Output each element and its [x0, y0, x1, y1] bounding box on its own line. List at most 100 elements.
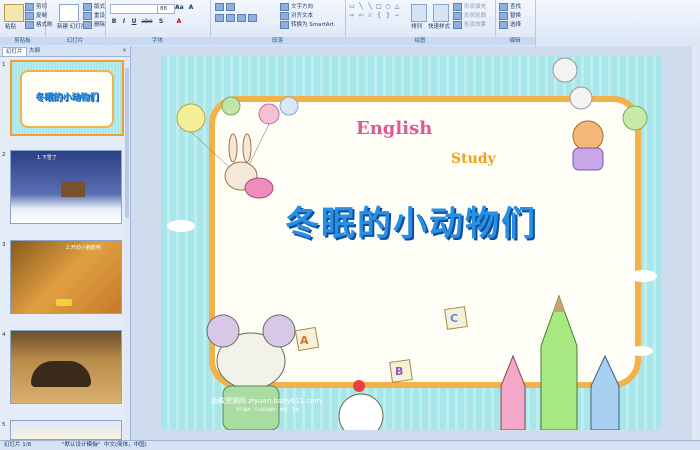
rect-shape-icon[interactable]: ▭ — [348, 3, 356, 10]
thumbnail-scrollbar[interactable] — [124, 58, 130, 438]
shape-outline-button[interactable]: 形状轮廓 — [453, 11, 486, 20]
font-group: 88 Aa A B I U abe S A 字体 — [105, 0, 211, 46]
balloon-white-right-2 — [569, 86, 593, 110]
letter-a: A — [300, 334, 309, 347]
current-slide[interactable]: English Study 冬眠的小动物们 A B C 幼教资源网 ziyuan… — [161, 56, 661, 430]
select-button[interactable]: 选择 — [499, 20, 521, 29]
ribbon: 粘贴 剪切 复制 格式刷 剪贴板 新建 幻灯片 版式 重设 删除 幻灯片 88 … — [0, 0, 700, 47]
pencil-green-tip — [553, 296, 565, 312]
arrange-icon[interactable] — [411, 4, 427, 22]
cursor-icon — [499, 20, 508, 29]
thumbnail-number-5: 5 — [2, 422, 6, 428]
star-shape-icon[interactable]: ☆ — [366, 12, 374, 19]
arrow-left-shape-icon[interactable]: ⇦ — [357, 12, 365, 19]
shape-effects-button[interactable]: 形状效果 — [453, 20, 486, 29]
thumbnail-slide-1[interactable]: 冬眠的小动物们 — [10, 60, 124, 136]
shadow-button[interactable]: S — [157, 18, 165, 26]
curve-shape-icon[interactable]: ∽ — [393, 12, 401, 19]
cut-button[interactable]: 剪切 — [25, 2, 47, 11]
find-button[interactable]: 查找 — [499, 2, 521, 11]
clipboard-group: 粘贴 剪切 复制 格式刷 剪贴板 — [0, 0, 53, 46]
rooster-comb — [353, 380, 365, 392]
quick-styles-button[interactable]: 快速样式 — [428, 22, 450, 30]
text-direction-button[interactable]: 文字方向 — [280, 2, 313, 11]
shape-fill-button[interactable]: 形状填充 — [453, 2, 486, 11]
letter-c: C — [450, 312, 459, 325]
editing-group-label: 编辑 — [495, 37, 535, 45]
replace-button[interactable]: 替换 — [499, 11, 521, 20]
smartart-button[interactable]: 转换为 SmartArt — [280, 20, 334, 29]
rect-shape-icon-2[interactable]: □ — [375, 3, 383, 10]
thumbnail-number-2: 2 — [2, 152, 6, 158]
thumbnail-slide-5[interactable] — [10, 420, 122, 440]
editing-group: 查找 替换 选择 编辑 — [495, 0, 536, 46]
paste-button[interactable]: 粘贴 — [5, 22, 16, 30]
copy-icon — [25, 11, 34, 20]
delete-label: 删除 — [94, 22, 106, 28]
paragraph-group: 文字方向 对齐文本 转换为 SmartArt 段落 — [210, 0, 346, 46]
quick-styles-icon[interactable] — [433, 4, 449, 22]
shape-effects-label: 形状效果 — [464, 22, 487, 28]
fill-icon — [453, 2, 462, 11]
replace-label: 替换 — [510, 13, 522, 19]
font-size-box[interactable]: 88 — [157, 4, 175, 14]
slide-title[interactable]: 冬眠的小动物们 — [161, 196, 661, 245]
font-name-box[interactable] — [110, 4, 158, 14]
grow-font-button[interactable]: Aa — [175, 4, 184, 12]
copy-button[interactable]: 复制 — [25, 11, 47, 20]
shrink-font-button[interactable]: A — [187, 4, 195, 12]
layout-button[interactable]: 版式 — [83, 2, 105, 11]
effects-icon — [453, 20, 462, 29]
justify-icon — [248, 14, 257, 22]
strikethrough-button[interactable]: abe — [140, 18, 154, 26]
align-buttons[interactable] — [215, 14, 259, 22]
delete-button[interactable]: 删除 — [83, 20, 105, 29]
brace-shape-icon[interactable]: { — [375, 12, 383, 19]
cat-head — [572, 120, 604, 152]
english-text: English — [356, 118, 433, 139]
align-text-button[interactable]: 对齐文本 — [280, 11, 313, 20]
reset-button[interactable]: 重设 — [83, 11, 105, 20]
thumbnail-slide-2[interactable]: 1.下雪了 — [10, 150, 122, 224]
replace-icon — [499, 11, 508, 20]
numbering-icon — [226, 3, 235, 11]
slide-scrollbar[interactable] — [692, 46, 700, 440]
align-center-icon — [226, 14, 235, 22]
tab-outline[interactable]: 大纲 — [26, 47, 43, 55]
paste-icon[interactable] — [4, 4, 24, 22]
thumbnail-2-caption: 1.下雪了 — [37, 155, 57, 161]
pencil-green — [540, 294, 578, 430]
italic-button[interactable]: I — [120, 18, 128, 26]
select-label: 选择 — [510, 22, 522, 28]
arrow-shape-icon[interactable]: ⇨ — [348, 12, 356, 19]
new-slide-icon[interactable] — [59, 4, 79, 22]
drawing-group: ▭ ╲ ╲ □ ○ △ ⇨ ⇦ ☆ { } ∽ 排列 快速样式 形状填充 形状轮… — [345, 0, 496, 46]
balloon-yellow-left — [176, 103, 206, 133]
thumbnail-title: 冬眠的小动物们 — [35, 93, 99, 103]
balloon-white-left — [279, 96, 299, 116]
thumbnail-slide-4[interactable] — [10, 330, 122, 404]
triangle-shape-icon[interactable]: △ — [393, 3, 401, 10]
font-color-button[interactable]: A — [175, 18, 183, 26]
panel-tabs: 幻灯片 大纲 × — [0, 46, 130, 57]
text-direction-label: 文字方向 — [291, 4, 314, 10]
thumbnail-slide-3[interactable]: 2.开动小脑筋吧 — [10, 240, 122, 314]
thumbnail-scrollbar-thumb[interactable] — [125, 68, 129, 218]
rabbit-ear — [228, 133, 238, 163]
layout-icon — [83, 2, 92, 11]
oval-shape-icon[interactable]: ○ — [384, 3, 392, 10]
tab-slides[interactable]: 幻灯片 — [2, 47, 27, 56]
arrange-button[interactable]: 排列 — [411, 22, 422, 30]
study-text: Study — [451, 151, 496, 167]
bold-button[interactable]: B — [110, 18, 118, 26]
line-shape-icon-2[interactable]: ╲ — [366, 3, 374, 10]
brace-right-shape-icon[interactable]: } — [384, 12, 392, 19]
watermark-text: 幼教资源网 ziyuan.baby611.com — [211, 397, 322, 405]
smartart-label: 转换为 SmartArt — [291, 22, 335, 28]
close-panel-icon[interactable]: × — [122, 47, 127, 54]
line-shape-icon[interactable]: ╲ — [357, 3, 365, 10]
text-direction-icon — [280, 2, 289, 11]
new-slide-button[interactable]: 新建 幻灯片 — [57, 22, 86, 30]
underline-button[interactable]: U — [130, 18, 138, 26]
bullets-button[interactable] — [215, 3, 237, 11]
